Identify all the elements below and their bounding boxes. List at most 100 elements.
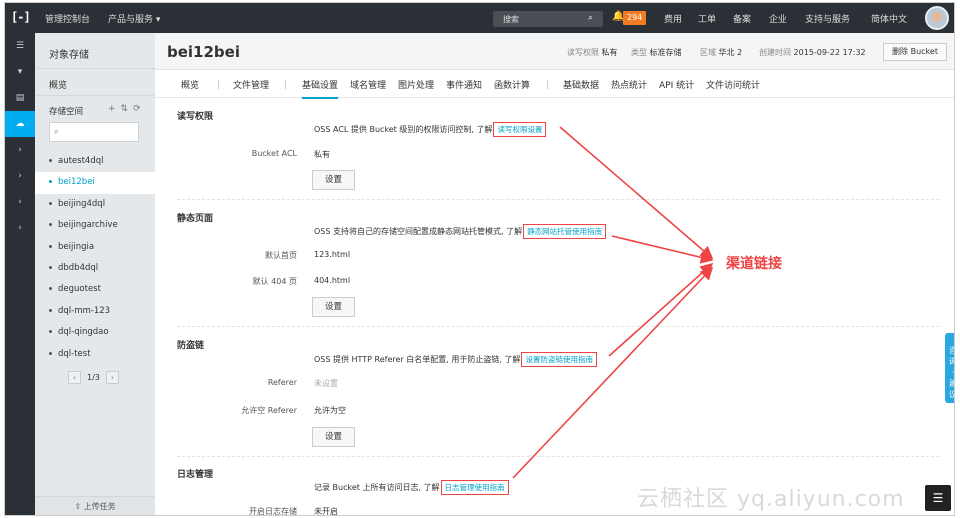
console-window: [-] 管理控制台 产品与服务 ▾ 搜索 ⌕ 🔔 294 费用 工单 备案 企业… xyxy=(4,2,955,516)
bucket-search-input[interactable]: ⌕ xyxy=(49,122,139,142)
bucket-header: bei12bei 读写权限 私有 类型 标准存储 区域 华北 2 创建时间 20… xyxy=(155,33,954,70)
tab-functions[interactable]: 函数计算 xyxy=(494,78,530,91)
tab-bar: 概览 文件管理 基础设置 域名管理 图片处理 事件通知 函数计算 基础数据 热点… xyxy=(155,70,954,99)
tab-basic-settings[interactable]: 基础设置 xyxy=(302,78,339,99)
tab-image-processing[interactable]: 图片处理 xyxy=(398,78,434,91)
bucket-item[interactable]: dql-qingdao xyxy=(35,322,155,343)
nav-icp[interactable]: 备案 xyxy=(733,12,751,25)
notfound-page-label: 默认 404 页 xyxy=(252,277,297,286)
upload-tasks-button[interactable]: ⇪ 上传任务 xyxy=(35,496,155,515)
referer-guide-link[interactable]: 设置防盗链使用指南 xyxy=(521,352,597,367)
referer-description: OSS 提供 HTTP Referer 白名单配置, 用于防止盗链, 了解 设置防… xyxy=(314,352,597,367)
chevron-right-icon[interactable]: › xyxy=(5,137,35,163)
acl-value: 私有 xyxy=(314,150,330,159)
meta-label: 读写权限 xyxy=(567,48,599,57)
meta-value: 华北 2 xyxy=(718,48,743,57)
delete-bucket-button[interactable]: 删除 Bucket xyxy=(883,43,947,61)
section-divider xyxy=(177,456,939,457)
nav-support[interactable]: 支持与服务 xyxy=(805,12,850,25)
bullet-icon xyxy=(49,244,52,248)
bullet-icon xyxy=(49,180,52,184)
bucket-name: beijingarchive xyxy=(58,220,118,231)
basic-settings-panel: 读写权限 OSS ACL 提供 Bucket 级别的权限访问控制, 了解 读写权限… xyxy=(155,98,954,516)
empty-referer-value: 允许为空 xyxy=(314,406,346,415)
chevron-right-icon[interactable]: › xyxy=(5,189,35,215)
bucket-item[interactable]: dbdb4dql xyxy=(35,258,155,279)
consult-feedback-tab[interactable]: 咨 询 · 建 议 xyxy=(945,333,955,403)
products-menu[interactable]: 产品与服务 ▾ xyxy=(108,12,160,25)
next-page-button[interactable]: › xyxy=(105,371,119,384)
tab-file-access-stats[interactable]: 文件访问统计 xyxy=(706,78,760,91)
tab-domains[interactable]: 域名管理 xyxy=(350,78,386,91)
notification-badge[interactable]: 294 xyxy=(623,11,647,25)
nav-language[interactable]: 简体中文 xyxy=(871,12,907,25)
bucket-name: deguotest xyxy=(58,284,101,295)
user-avatar[interactable] xyxy=(925,6,949,30)
rw-desc-text: OSS ACL 提供 Bucket 级别的权限访问控制, 了解 xyxy=(314,125,493,134)
meta-permission: 读写权限 私有 xyxy=(567,47,618,58)
sort-icon[interactable]: ⇅ xyxy=(121,104,134,114)
bucket-item[interactable]: deguotest xyxy=(35,279,155,300)
search-icon[interactable]: ⌕ xyxy=(588,13,593,23)
section-title-referer: 防盗链 xyxy=(177,341,205,351)
menu-toggle-icon[interactable]: ☰ xyxy=(5,33,35,59)
index-page-value: 123.html xyxy=(314,250,351,259)
bullet-icon xyxy=(49,159,52,162)
meta-label: 区域 xyxy=(700,48,716,57)
rw-description: OSS ACL 提供 Bucket 级别的权限访问控制, 了解 读写权限设置 xyxy=(314,122,547,137)
meta-label: 类型 xyxy=(631,48,647,57)
bucket-name: dql-qingdao xyxy=(58,327,109,338)
rw-guide-link[interactable]: 读写权限设置 xyxy=(493,122,547,137)
add-icon[interactable]: + xyxy=(108,104,121,114)
static-guide-link[interactable]: 静态网站托管使用指南 xyxy=(523,224,607,239)
consult-char: · xyxy=(951,368,955,377)
tab-hotspot-stats[interactable]: 热点统计 xyxy=(611,78,647,91)
referer-value: 未设置 xyxy=(314,379,338,388)
section-divider xyxy=(177,326,939,327)
meta-type: 类型 标准存储 xyxy=(631,47,682,58)
sidebar-item-overview[interactable]: 概览 xyxy=(49,78,67,91)
chevron-right-icon[interactable]: › xyxy=(5,163,35,189)
log-enable-label: 开启日志存储 xyxy=(249,507,297,516)
referer-settings-button[interactable]: 设置 xyxy=(312,427,355,447)
notfound-page-value: 404.html xyxy=(314,276,351,285)
tab-events[interactable]: 事件通知 xyxy=(446,78,482,91)
bucket-item[interactable]: beijingia xyxy=(35,237,155,258)
aliyun-logo-icon[interactable]: [-] xyxy=(11,10,31,25)
storage-space-label: 存储空间 xyxy=(49,107,84,117)
consult-char: 询 xyxy=(945,356,954,367)
console-link[interactable]: 管理控制台 xyxy=(45,12,90,25)
referer-desc-text: OSS 提供 HTTP Referer 白名单配置, 用于防止盗链, 了解 xyxy=(314,355,521,364)
bucket-item[interactable]: beijing4dql xyxy=(35,194,155,215)
nav-enterprise[interactable]: 企业 xyxy=(769,12,787,25)
tab-basic-data[interactable]: 基础数据 xyxy=(563,78,599,91)
prev-page-button[interactable]: ‹ xyxy=(68,371,81,384)
tab-files[interactable]: 文件管理 xyxy=(233,78,269,91)
tab-overview[interactable]: 概览 xyxy=(181,78,199,91)
channel-link-annotation: 渠道链接 xyxy=(726,256,782,272)
chevron-right-icon[interactable]: › xyxy=(5,215,35,241)
nav-billing[interactable]: 费用 xyxy=(664,12,682,25)
cloud-oss-icon[interactable]: ☁ xyxy=(5,111,35,137)
bucket-item[interactable]: autest4dql xyxy=(35,151,155,172)
search-box[interactable]: 搜索 ⌕ xyxy=(493,11,603,27)
list-icon[interactable]: ▤ xyxy=(5,85,35,111)
meta-created: 创建时间 2015-09-22 17:32 xyxy=(759,47,866,58)
tab-api-stats[interactable]: API 统计 xyxy=(659,78,694,91)
chevron-down-icon[interactable]: ▾ xyxy=(5,59,35,85)
consult-char: 建 xyxy=(945,378,954,389)
bullet-icon xyxy=(49,287,52,291)
log-guide-link[interactable]: 日志管理使用指南 xyxy=(440,480,509,495)
consult-char: 议 xyxy=(945,389,954,400)
rw-settings-button[interactable]: 设置 xyxy=(312,170,355,190)
nav-tickets[interactable]: 工单 xyxy=(698,12,716,25)
tab-divider xyxy=(218,80,219,89)
bucket-item[interactable]: dql-test xyxy=(35,344,155,365)
bucket-item[interactable]: beijingarchive xyxy=(35,215,155,236)
menu-list-icon[interactable]: ☰ xyxy=(925,485,951,511)
sidebar-title: 对象存储 xyxy=(49,50,89,61)
refresh-icon[interactable]: ⟳ xyxy=(133,104,146,114)
static-settings-button[interactable]: 设置 xyxy=(312,297,355,317)
bucket-item-active[interactable]: bei12bei xyxy=(35,172,155,194)
bucket-item[interactable]: dql-mm-123 xyxy=(35,301,155,322)
